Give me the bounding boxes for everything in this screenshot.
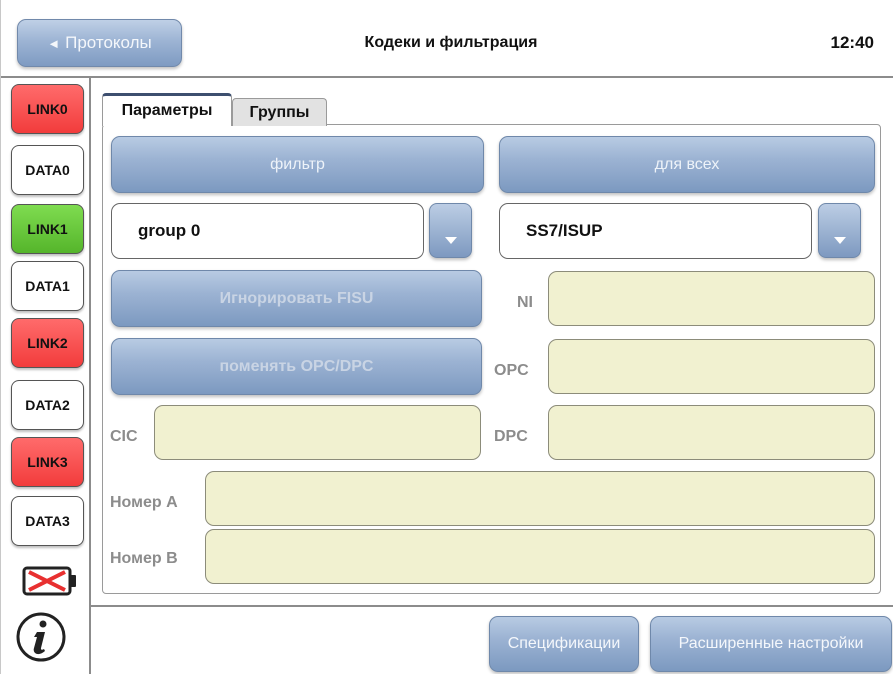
sidebar-item-link1[interactable]: LINK1	[11, 204, 84, 254]
tab-parameters[interactable]: Параметры	[102, 93, 232, 126]
specifications-button[interactable]: Спецификации	[489, 616, 639, 672]
chevron-down-icon	[444, 237, 457, 244]
tab-groups[interactable]: Группы	[232, 98, 327, 126]
page-title: Кодеки и фильтрация	[364, 34, 538, 51]
for-all-button-label: для всех	[654, 155, 720, 173]
sidebar-divider	[89, 78, 91, 674]
dpc-label: DPC	[494, 428, 528, 445]
footer-divider	[91, 605, 893, 607]
sidebar-item-link2[interactable]: LINK2	[11, 318, 84, 368]
sidebar-item-data1[interactable]: DATA1	[11, 261, 84, 311]
ignore-fisu-button[interactable]: Игнорировать FISU	[111, 270, 482, 327]
sidebar-item-label: DATA2	[25, 397, 70, 413]
sidebar-item-link3[interactable]: LINK3	[11, 437, 84, 487]
number-b-field[interactable]	[205, 529, 875, 584]
number-a-label: Номер A	[110, 494, 178, 511]
group-select[interactable]: group 0	[111, 203, 424, 259]
app-frame: ◄ Протоколы Кодеки и фильтрация 12:40 LI…	[0, 0, 893, 674]
opc-label: OPC	[494, 362, 529, 379]
protocol-select-value: SS7/ISUP	[526, 221, 603, 240]
sidebar-item-label: DATA1	[25, 278, 70, 294]
sidebar-item-label: DATA0	[25, 162, 70, 178]
sidebar-item-label: LINK2	[27, 335, 68, 351]
number-a-field[interactable]	[205, 471, 875, 526]
sidebar-item-data3[interactable]: DATA3	[11, 496, 84, 546]
header: ◄ Протоколы Кодеки и фильтрация 12:40	[1, 0, 893, 76]
filter-button[interactable]: фильтр	[111, 136, 484, 193]
ignore-fisu-label: Игнорировать FISU	[219, 289, 374, 307]
sidebar-item-data2[interactable]: DATA2	[11, 380, 84, 430]
cic-field[interactable]	[154, 405, 481, 460]
back-arrow-icon: ◄	[47, 35, 61, 51]
info-icon[interactable]	[15, 611, 67, 663]
chevron-down-icon	[833, 237, 846, 244]
sidebar-item-label: LINK0	[27, 101, 68, 117]
filter-button-label: фильтр	[270, 155, 325, 173]
tab-label: Параметры	[121, 102, 213, 119]
tab-label: Группы	[249, 103, 310, 121]
sidebar-item-label: DATA3	[25, 513, 70, 529]
group-select-value: group 0	[138, 221, 201, 240]
number-b-label: Номер B	[110, 550, 178, 567]
specifications-label: Спецификации	[507, 635, 621, 652]
sidebar-item-label: LINK3	[27, 454, 68, 470]
clock: 12:40	[830, 33, 874, 52]
sidebar-item-link0[interactable]: LINK0	[11, 84, 84, 134]
swap-opc-dpc-label: поменять OPC/DPC	[219, 357, 374, 375]
ni-field[interactable]	[548, 271, 875, 326]
sidebar-item-data0[interactable]: DATA0	[11, 145, 84, 195]
advanced-settings-button[interactable]: Расширенные настройки	[650, 616, 892, 672]
protocol-dropdown-button[interactable]	[818, 203, 861, 258]
sidebar-item-label: LINK1	[27, 221, 68, 237]
battery-empty-icon	[22, 566, 76, 596]
advanced-settings-label: Расширенные настройки	[678, 635, 864, 652]
back-button-label: Протоколы	[65, 33, 152, 52]
header-divider	[1, 76, 893, 78]
protocol-select[interactable]: SS7/ISUP	[499, 203, 812, 259]
for-all-button[interactable]: для всех	[499, 136, 875, 193]
ni-label: NI	[517, 294, 533, 311]
opc-field[interactable]	[548, 339, 875, 394]
group-dropdown-button[interactable]	[429, 203, 472, 258]
back-button[interactable]: ◄ Протоколы	[17, 19, 182, 67]
cic-label: CIC	[110, 428, 138, 445]
dpc-field[interactable]	[548, 405, 875, 460]
swap-opc-dpc-button[interactable]: поменять OPC/DPC	[111, 338, 482, 395]
